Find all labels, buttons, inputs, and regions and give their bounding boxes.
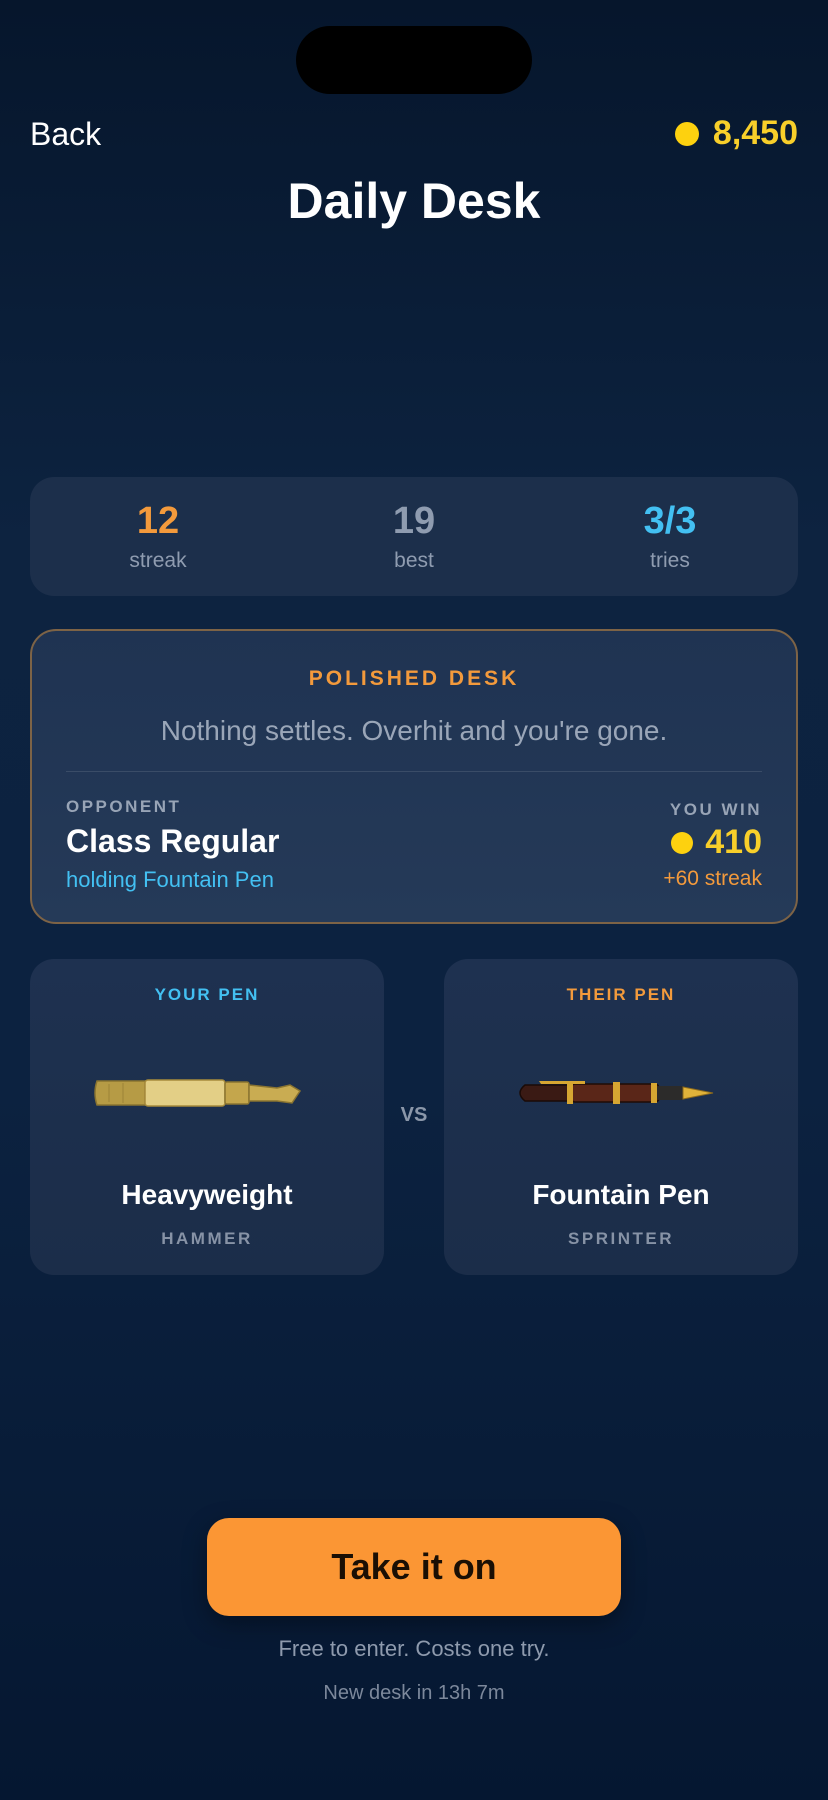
your-pen-name: Heavyweight [121,1179,293,1210]
stat-label: best [394,549,434,572]
stats-panel: 12 streak 19 best 3/3 tries [30,477,798,596]
back-button[interactable]: Back [30,116,101,153]
your-pen-card[interactable]: YOUR PEN Heavyweight HAMMER [30,959,384,1275]
opponent-name: Class Regular [66,823,280,859]
stat-label: tries [650,549,690,572]
stat-best: 19 best [286,477,542,596]
your-pen-class: HAMMER [161,1229,253,1248]
their-pen-name: Fountain Pen [532,1179,710,1210]
next-desk-timer: New desk in 13h 7m [323,1682,505,1704]
their-pen-tag: THEIR PEN [566,985,676,1004]
entry-note: Free to enter. Costs one try. [278,1636,550,1661]
stat-label: streak [129,549,187,572]
highlighter-pen-icon [94,1079,302,1107]
win-streak-bonus: +60 streak [663,867,762,890]
divider [66,771,762,772]
fountain-pen-icon [519,1081,714,1104]
desk-tag: POLISHED DESK [308,667,520,690]
vs-label: VS [400,1104,428,1126]
stat-streak: 12 streak [30,477,286,596]
stat-value: 3/3 [643,500,697,542]
coin-icon [674,121,699,146]
stat-value: 12 [136,500,180,542]
win-amount: 410 [671,823,762,862]
their-pen-class: SPRINTER [568,1229,674,1248]
take-it-on-button[interactable]: Take it on [207,1518,621,1616]
stat-value: 19 [392,500,436,542]
win-label: YOU WIN [669,800,762,819]
stat-tries: 3/3 tries [542,477,798,596]
coin-balance-value: 8,450 [712,114,798,152]
page-title: Daily Desk [287,173,541,229]
opponent-holding: holding Fountain Pen [66,867,274,892]
desk-description: Nothing settles. Overhit and you're gone… [160,715,668,746]
dynamic-island [296,26,532,94]
coin-icon [671,831,694,854]
your-pen-tag: YOUR PEN [154,985,260,1004]
desk-card: POLISHED DESK Nothing settles. Overhit a… [30,629,798,924]
their-pen-card[interactable]: THEIR PEN Fountain Pen SPRINTER [444,959,798,1275]
coin-balance: 8,450 [674,114,798,153]
opponent-label: OPPONENT [66,797,182,816]
win-amount-value: 410 [705,823,762,861]
